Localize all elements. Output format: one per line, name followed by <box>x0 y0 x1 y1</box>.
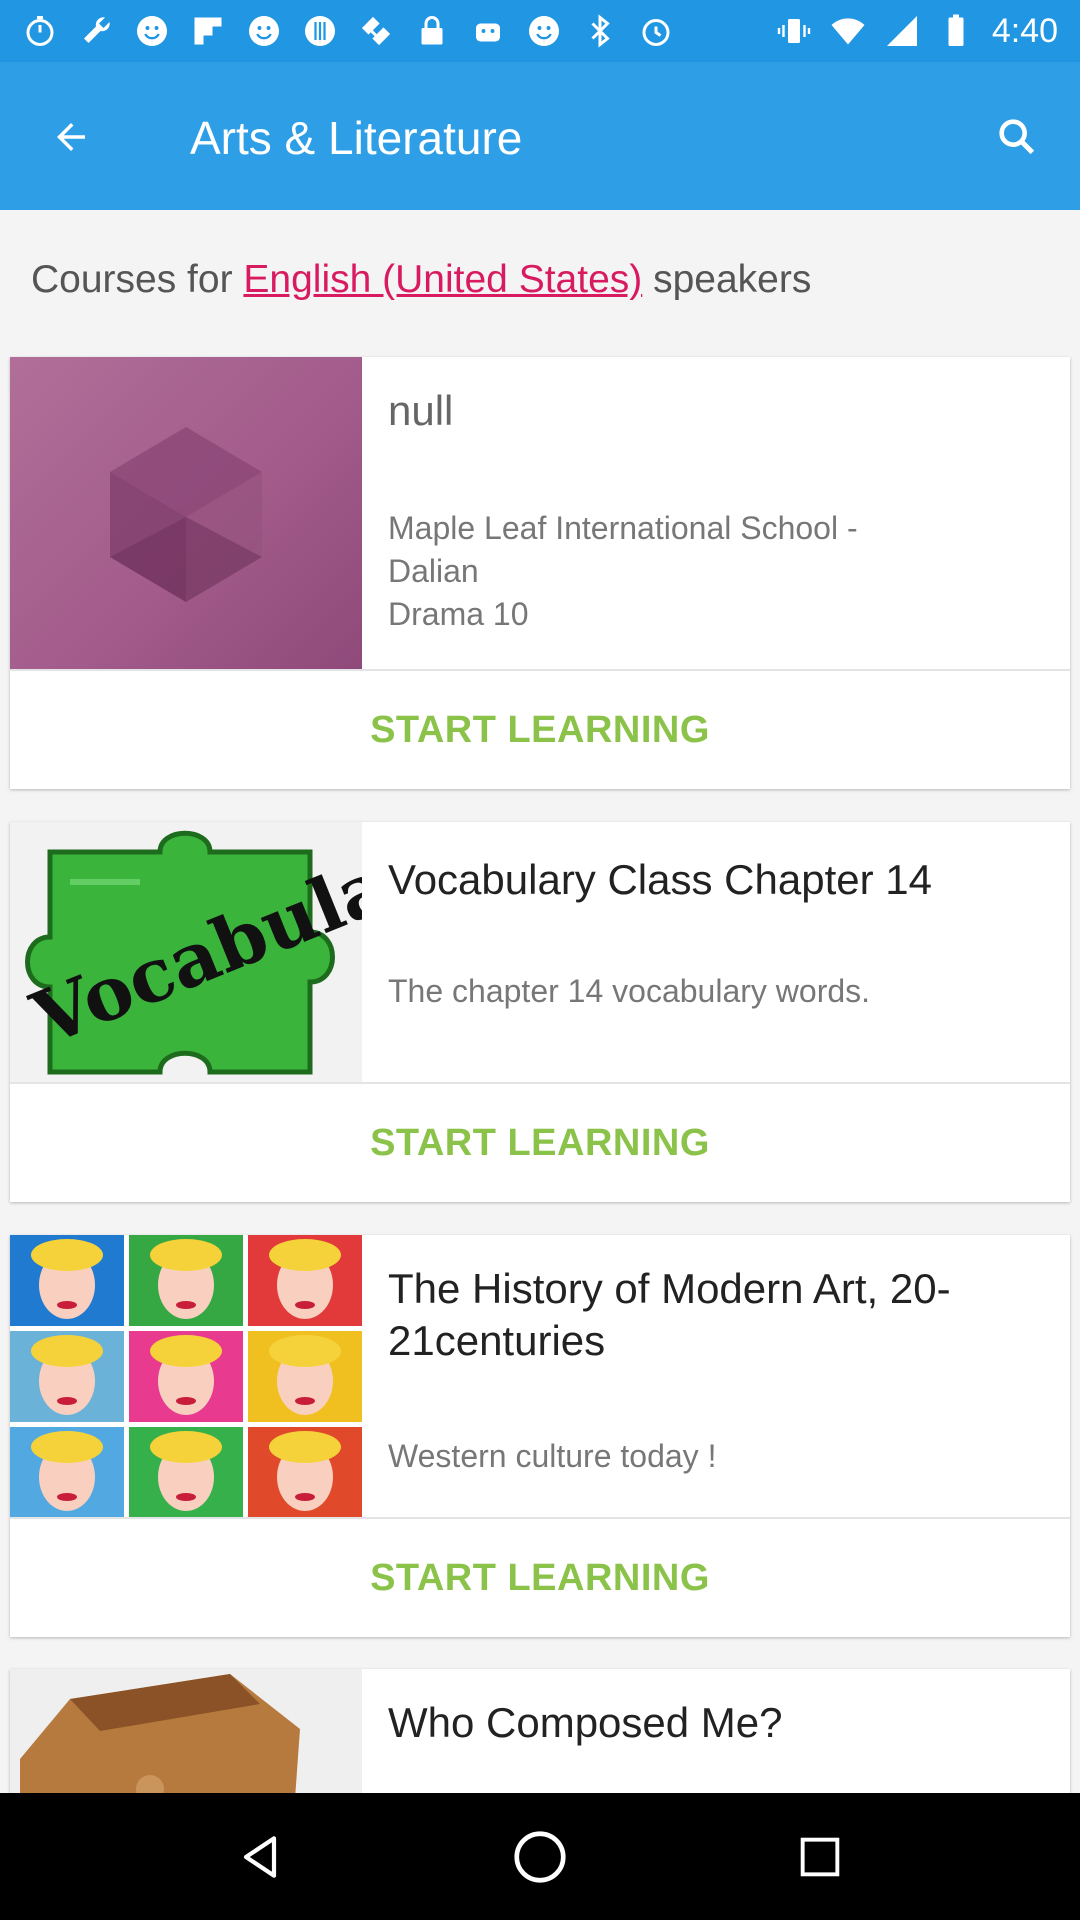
course-description: Western culture today ! <box>388 1438 717 1474</box>
satellite-icon <box>358 13 394 49</box>
back-button[interactable] <box>38 104 104 170</box>
course-title: null <box>388 387 454 434</box>
wooden-piano-image <box>20 1674 300 1793</box>
android-icon <box>470 13 506 49</box>
course-card-info[interactable]: The History of Modern Art, 20-21centurie… <box>10 1235 1070 1519</box>
battery-icon <box>938 13 974 49</box>
bluetooth-icon <box>582 13 618 49</box>
nav-back-button[interactable] <box>220 1817 300 1897</box>
start-learning-button[interactable]: START LEARNING <box>10 1519 1070 1637</box>
nav-back-icon <box>243 1835 277 1878</box>
smiley-icon <box>526 13 562 49</box>
search-button[interactable] <box>984 104 1050 170</box>
disc-icon <box>302 13 338 49</box>
course-card-text: The History of Modern Art, 20-21centurie… <box>388 1263 1030 1478</box>
system-status: 4:40 <box>776 12 1058 51</box>
smiley-icon <box>246 13 282 49</box>
nav-home-button[interactable] <box>500 1817 580 1897</box>
arrow-back-icon <box>57 123 85 151</box>
course-description: Maple Leaf International School - Dalian… <box>388 510 858 632</box>
language-link[interactable]: English (United States) <box>243 258 642 301</box>
course-card[interactable]: null Maple Leaf International School - D… <box>10 357 1070 789</box>
start-learning-button[interactable]: START LEARNING <box>10 671 1070 789</box>
wifi-icon <box>830 13 866 49</box>
language-filter-bar: Courses for English (United States) spea… <box>0 210 1080 338</box>
smiley-icon <box>134 13 170 49</box>
flipboard-icon <box>190 13 226 49</box>
start-learning-label: START LEARNING <box>370 1556 710 1599</box>
course-card-info[interactable]: Vocabulary Vocabulary Class Chapter 14 T… <box>10 822 1070 1084</box>
cube-logo-icon <box>110 427 262 602</box>
course-card-text: Who Composed Me? <box>388 1697 1030 1749</box>
course-thumbnail-vocabulary: Vocabulary <box>10 822 362 1082</box>
app-toolbar: Arts & Literature <box>0 62 1080 210</box>
start-learning-label: START LEARNING <box>370 708 710 751</box>
course-card-text: null Maple Leaf International School - D… <box>388 385 1030 636</box>
vocabulary-puzzle-image: Vocabulary <box>20 822 362 1075</box>
course-title: Who Composed Me? <box>388 1699 783 1746</box>
status-bar: 4:40 <box>0 0 1080 62</box>
page-title: Arts & Literature <box>190 112 523 164</box>
language-prefix: Courses for <box>31 258 244 301</box>
wrench-icon <box>78 13 114 49</box>
nav-recents-button[interactable] <box>780 1817 860 1897</box>
course-thumbnail-purple-cube <box>10 357 362 669</box>
nav-home-icon <box>514 1830 566 1883</box>
nav-recents-icon <box>800 1837 840 1876</box>
lock-icon <box>414 13 450 49</box>
language-suffix: speakers <box>642 258 812 301</box>
course-title: The History of Modern Art, 20-21centurie… <box>388 1265 951 1364</box>
course-card[interactable]: The History of Modern Art, 20-21centurie… <box>10 1235 1070 1637</box>
course-description: The chapter 14 vocabulary words. <box>388 973 871 1009</box>
start-learning-button[interactable]: START LEARNING <box>10 1084 1070 1202</box>
course-card[interactable]: Who Composed Me? <box>10 1669 1070 1793</box>
pop-art-portrait-grid <box>10 1235 362 1517</box>
signal-icon <box>884 13 920 49</box>
course-list[interactable]: null Maple Leaf International School - D… <box>0 338 1080 1793</box>
course-thumbnail-piano <box>10 1669 362 1793</box>
start-learning-label: START LEARNING <box>370 1121 710 1164</box>
course-card[interactable]: Vocabulary Vocabulary Class Chapter 14 T… <box>10 822 1070 1202</box>
system-navigation-bar <box>0 1793 1080 1920</box>
course-card-text: Vocabulary Class Chapter 14 The chapter … <box>388 854 1030 1013</box>
status-time: 4:40 <box>991 11 1058 50</box>
vibrate-icon <box>776 13 812 49</box>
course-thumbnail-pop-art <box>10 1235 362 1517</box>
alarm-icon <box>638 13 674 49</box>
timer-icon <box>22 13 58 49</box>
course-card-info[interactable]: null Maple Leaf International School - D… <box>10 357 1070 671</box>
notification-icons <box>22 13 674 49</box>
language-filter-text: Courses for English (United States) spea… <box>31 258 811 302</box>
course-card-info[interactable]: Who Composed Me? <box>10 1669 1070 1793</box>
search-icon <box>999 119 1035 155</box>
course-title: Vocabulary Class Chapter 14 <box>388 856 932 903</box>
